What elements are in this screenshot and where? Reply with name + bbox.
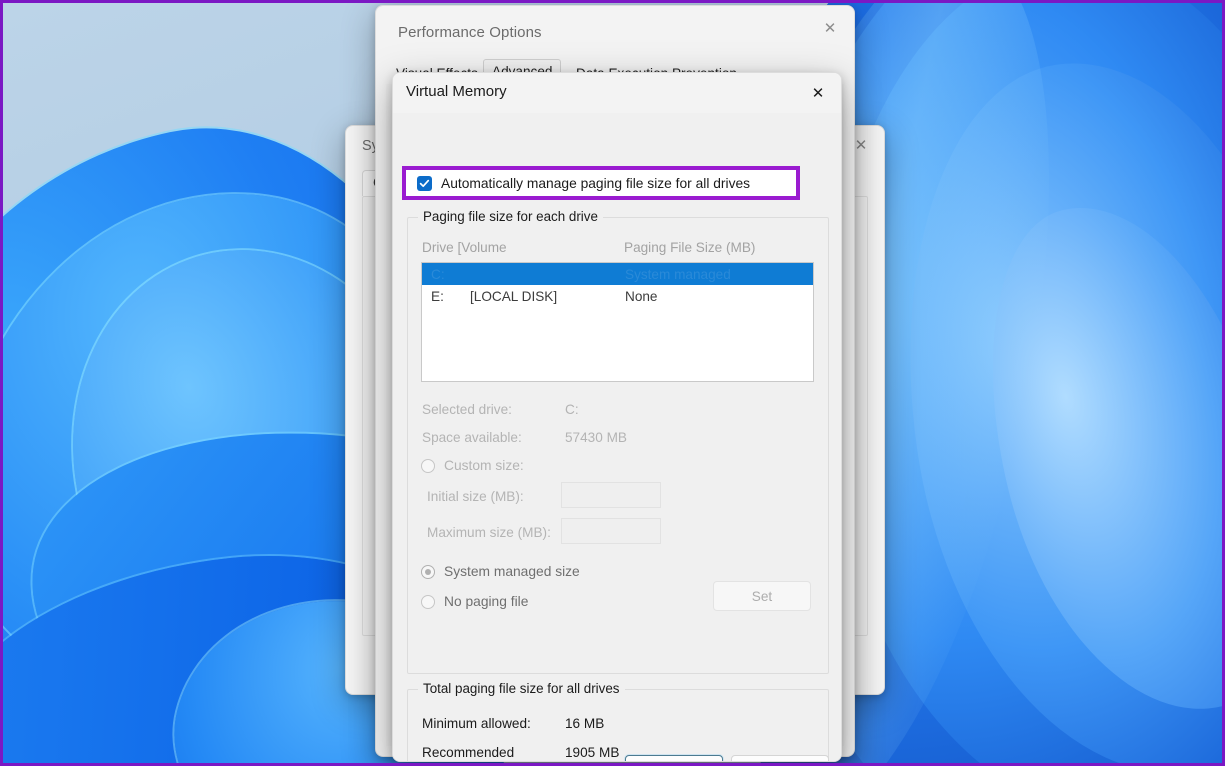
- maximum-size-input[interactable]: [561, 518, 661, 544]
- table-row[interactable]: C: System managed: [422, 263, 813, 285]
- close-icon[interactable]: ✕: [795, 73, 841, 113]
- paging-file-per-drive-group: Paging file size for each drive Drive [V…: [407, 209, 829, 674]
- radio-icon: [421, 458, 435, 473]
- radio-icon: [421, 564, 435, 579]
- cancel-button[interactable]: Cancel: [731, 755, 829, 761]
- radio-custom-size-label: Custom size:: [444, 458, 524, 473]
- selected-drive-value: C:: [565, 402, 579, 417]
- row-size: None: [625, 288, 658, 304]
- radio-system-managed-label: System managed size: [444, 564, 580, 579]
- maximum-size-label: Maximum size (MB):: [427, 525, 551, 540]
- drive-list[interactable]: C: System managed E: [LOCAL DISK] None: [421, 262, 814, 382]
- row-volume: [LOCAL DISK]: [470, 288, 558, 304]
- row-drive: E:: [431, 288, 444, 304]
- column-header-drive: Drive [Volume: [422, 240, 507, 255]
- recommended-label: Recommended: [422, 745, 515, 760]
- close-icon[interactable]: ✕: [806, 6, 854, 50]
- table-row[interactable]: E: [LOCAL DISK] None: [422, 285, 813, 307]
- paging-file-per-drive-legend: Paging file size for each drive: [418, 209, 603, 224]
- auto-manage-paging-highlight[interactable]: Automatically manage paging file size fo…: [402, 166, 800, 200]
- virtual-memory-titlebar: Virtual Memory ✕: [393, 73, 841, 113]
- set-button[interactable]: Set: [713, 581, 811, 611]
- initial-size-input[interactable]: [561, 482, 661, 508]
- recommended-value: 1905 MB: [565, 745, 620, 760]
- auto-manage-label: Automatically manage paging file size fo…: [441, 175, 751, 191]
- virtual-memory-dialog[interactable]: Virtual Memory ✕ Automatically manage pa…: [392, 72, 842, 762]
- performance-options-title: Performance Options: [398, 24, 542, 41]
- radio-custom-size[interactable]: Custom size:: [421, 458, 524, 473]
- space-available-value: 57430 MB: [565, 430, 627, 445]
- radio-system-managed-size[interactable]: System managed size: [421, 564, 580, 579]
- ok-button[interactable]: OK: [625, 755, 723, 761]
- initial-size-label: Initial size (MB):: [427, 489, 524, 504]
- selected-drive-label: Selected drive:: [422, 402, 512, 417]
- radio-no-paging-label: No paging file: [444, 594, 529, 609]
- space-available-label: Space available:: [422, 430, 522, 445]
- row-drive: C:: [431, 266, 445, 282]
- radio-no-paging-file[interactable]: No paging file: [421, 594, 528, 609]
- row-size: System managed: [625, 266, 731, 282]
- minimum-allowed-label: Minimum allowed:: [422, 716, 531, 731]
- radio-icon: [421, 594, 435, 609]
- total-paging-file-group: Total paging file size for all drives Mi…: [407, 681, 829, 761]
- column-header-paging-file-size: Paging File Size (MB): [624, 240, 756, 255]
- auto-manage-checkbox[interactable]: [417, 175, 432, 191]
- virtual-memory-title: Virtual Memory: [406, 83, 507, 100]
- total-paging-file-legend: Total paging file size for all drives: [418, 681, 625, 696]
- virtual-memory-body: Automatically manage paging file size fo…: [393, 113, 841, 761]
- minimum-allowed-value: 16 MB: [565, 716, 605, 731]
